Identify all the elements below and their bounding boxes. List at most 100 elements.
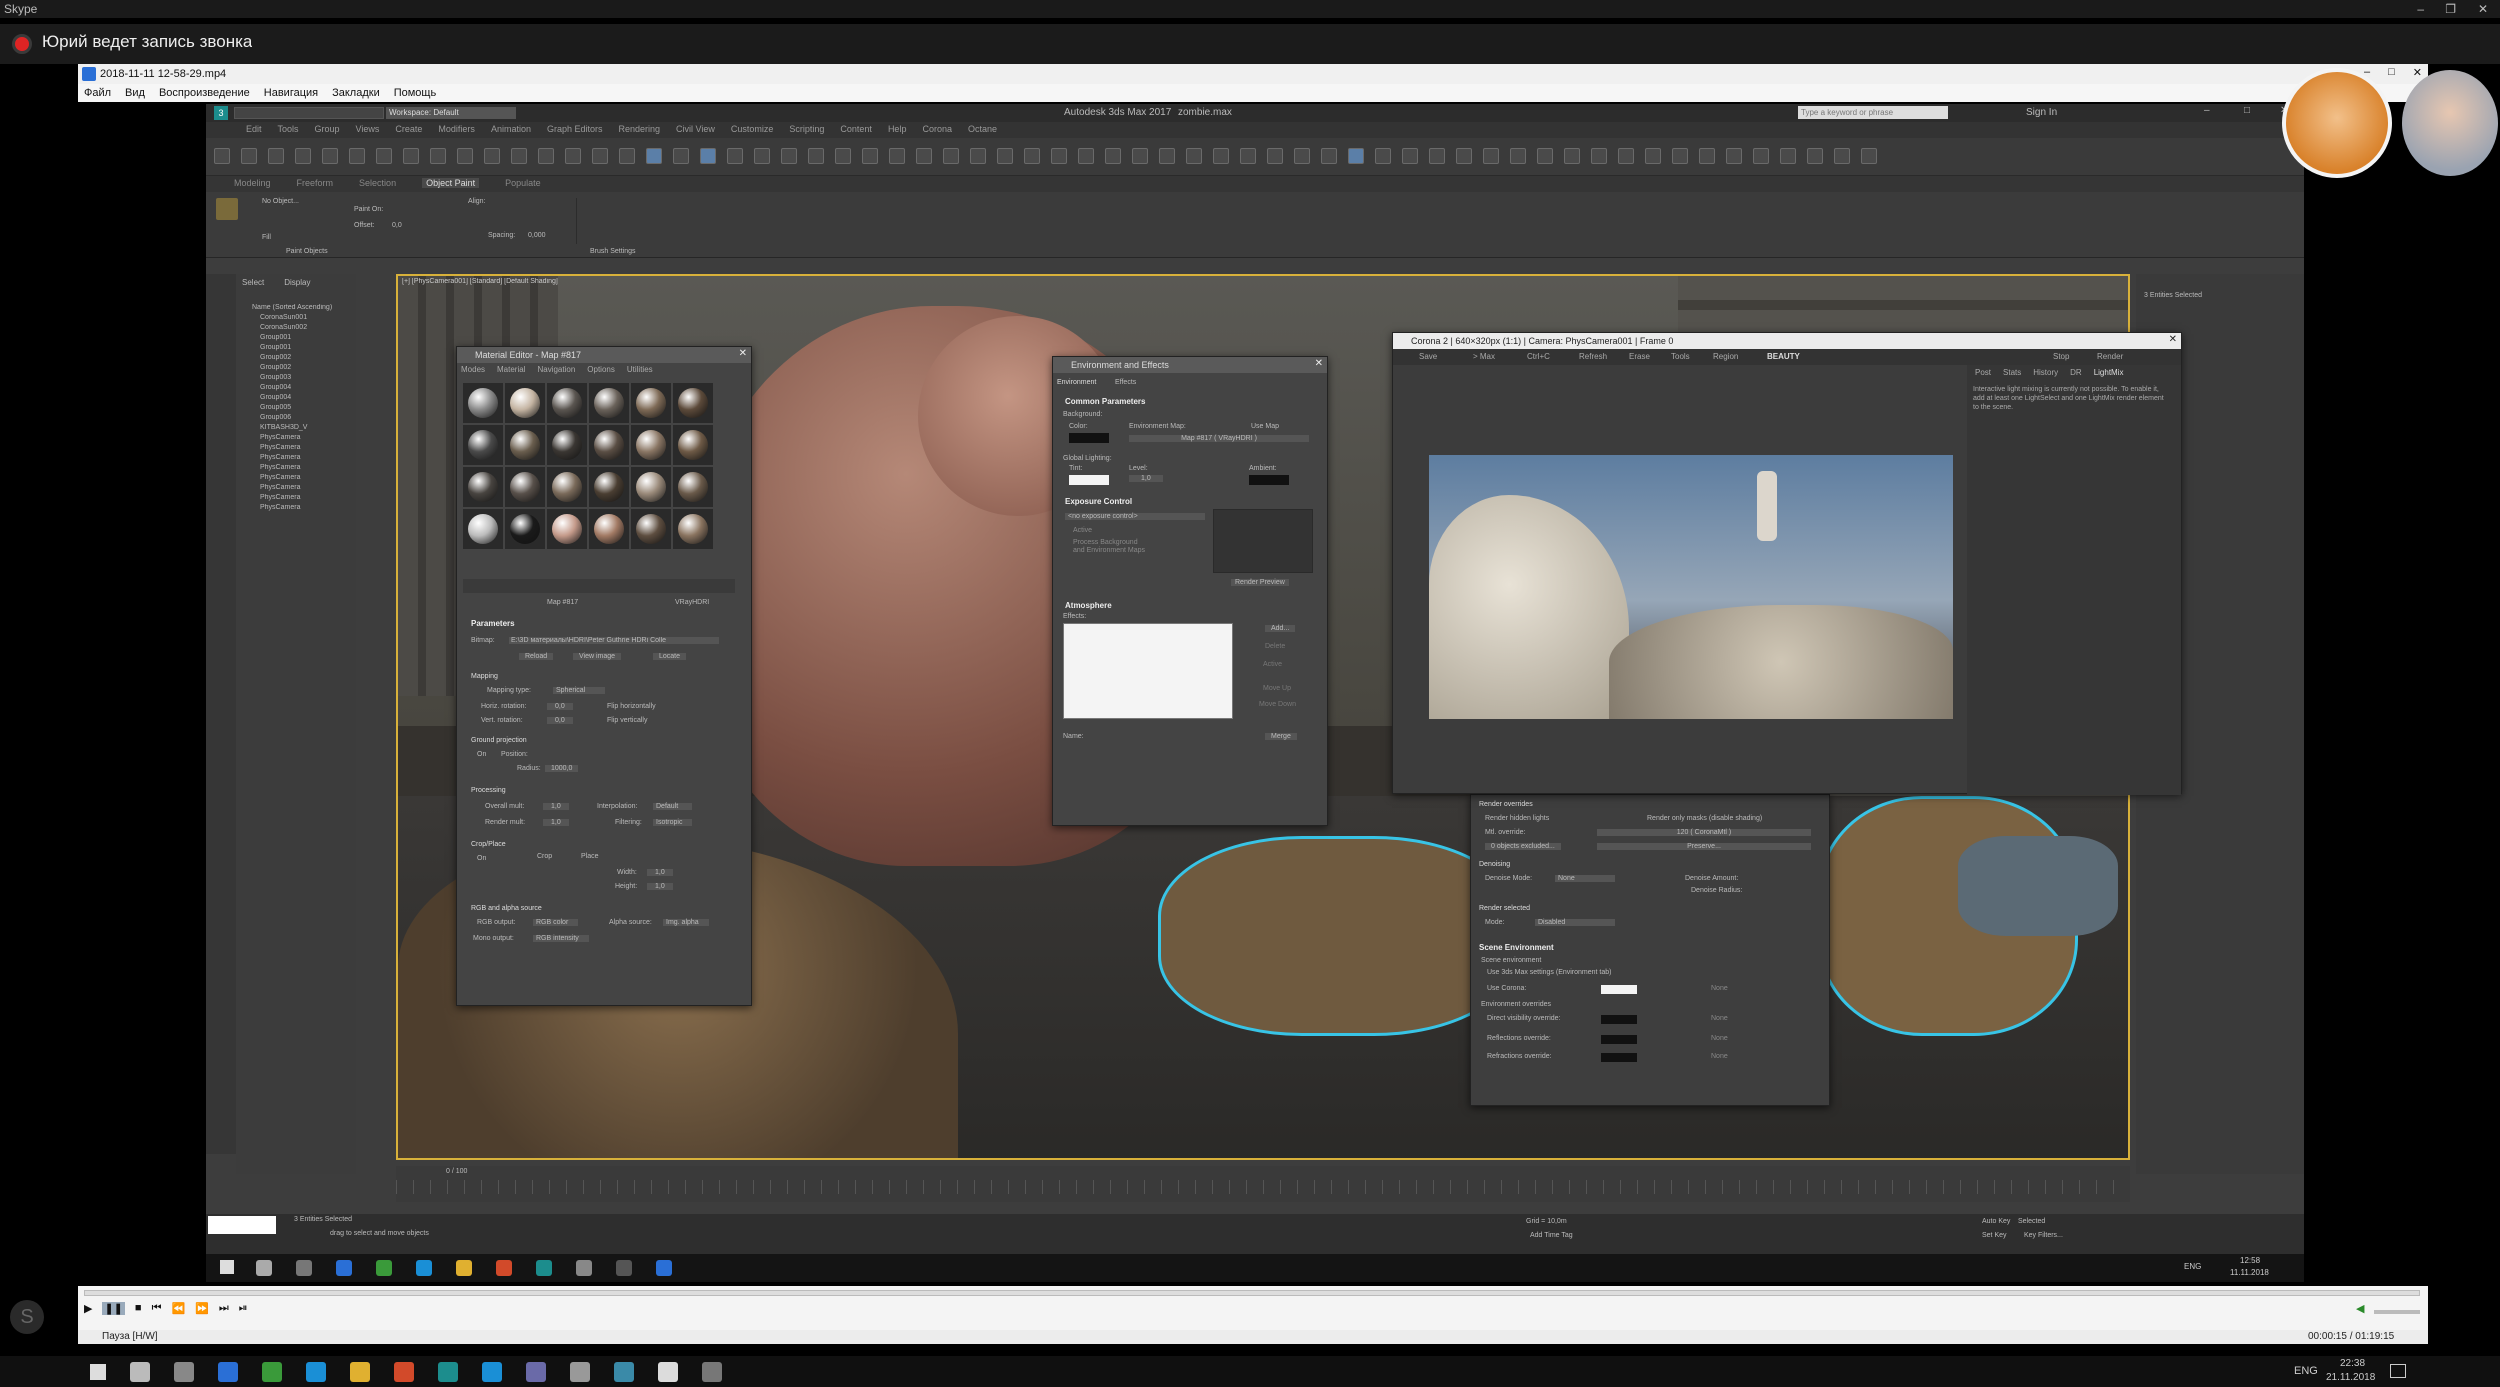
ribbon-tab-selection[interactable]: Selection [359,178,396,188]
explorer-item[interactable]: PhysCamera [242,504,352,513]
overall-mult-field[interactable]: 1,0 [543,803,569,810]
play-icon[interactable]: ▶ [84,1302,92,1315]
toolbar-tool-icon[interactable] [1618,148,1634,164]
taskbar-app-icon[interactable] [262,1362,282,1382]
vfb-tab-history[interactable]: History [2033,368,2058,377]
toolbar-tool-icon[interactable] [565,148,581,164]
move-up-button[interactable]: Move Up [1263,685,1291,692]
interpolation-dropdown[interactable]: Default [653,803,693,810]
tab-environment[interactable]: Environment [1057,379,1096,386]
vfb-render-button[interactable]: Render [2097,352,2123,361]
toolbar-tool-icon[interactable] [430,148,446,164]
use-3ds-max-radio[interactable]: Use 3ds Max settings (Environment tab) [1487,969,1612,976]
tab-effects[interactable]: Effects [1115,379,1136,386]
objects-excluded-button[interactable]: 0 objects excluded... [1485,843,1561,850]
explorer-header[interactable]: Name (Sorted Ascending) [252,304,332,311]
max-menu-item[interactable]: Rendering [619,124,661,134]
me-menu-utilities[interactable]: Utilities [627,365,653,374]
max-menu-item[interactable]: Edit [246,124,262,134]
seek-bar[interactable] [84,1290,2420,1296]
bitmap-path-field[interactable]: E:\3D материалы\HDRI\Peter Guthrie HDRi … [509,637,719,644]
toolbar-tool-icon[interactable] [1078,148,1094,164]
explorer-item[interactable]: PhysCamera [242,454,352,463]
toolbar-tool-icon[interactable] [295,148,311,164]
next-icon[interactable]: ⏭ [219,1302,229,1315]
toolbar-tool-icon[interactable] [484,148,500,164]
inner-language-indicator[interactable]: ENG [2184,1262,2201,1271]
taskbar-app-icon[interactable] [336,1260,352,1276]
set-key-button[interactable]: Set Key [1982,1232,2007,1239]
material-slot[interactable] [631,509,671,549]
participant-avatar-2[interactable] [2402,70,2498,176]
material-slot[interactable] [589,467,629,507]
toolbar-tool-icon[interactable] [646,148,662,164]
toolbar-tool-icon[interactable] [1429,148,1445,164]
material-slot[interactable] [547,425,587,465]
toolbar-tool-icon[interactable] [916,148,932,164]
refractions-map-button[interactable]: None [1711,1053,1728,1060]
render-mult-field[interactable]: 1,0 [543,819,569,826]
taskbar-app-icon[interactable] [702,1362,722,1382]
vfb-stop-button[interactable]: Stop [2053,352,2069,361]
explorer-item[interactable]: Group002 [242,354,352,363]
explorer-item[interactable]: PhysCamera [242,444,352,453]
volume-icon[interactable]: ◀ [2356,1302,2364,1315]
alpha-source-dropdown[interactable]: Img. alpha [663,919,709,926]
toolbar-tool-icon[interactable] [835,148,851,164]
ribbon-tab-object-paint[interactable]: Object Paint [422,178,480,188]
explorer-tab-select[interactable]: Select [242,278,264,287]
toolbar-tool-icon[interactable] [1240,148,1256,164]
explorer-item[interactable]: Group003 [242,374,352,383]
max-maximize-button[interactable]: □ [2244,105,2250,116]
material-slot[interactable] [673,467,713,507]
vfb-tab-post[interactable]: Post [1975,368,1991,377]
toolbar-tool-icon[interactable] [1834,148,1850,164]
max-menu-item[interactable]: Animation [491,124,531,134]
use-map-checkbox[interactable]: Use Map [1251,423,1279,430]
max-minimize-button[interactable]: – [2204,105,2210,116]
material-slot[interactable] [589,425,629,465]
toolbar-tool-icon[interactable] [1564,148,1580,164]
vfb-to-max-button[interactable]: > Max [1473,352,1495,361]
mtl-override-checkbox[interactable]: Mtl. override: [1485,829,1525,836]
toolbar-tool-icon[interactable] [1726,148,1742,164]
vfb-region-button[interactable]: Region [1713,352,1738,361]
paint-brush-icon[interactable] [216,198,238,220]
corona-env-map-button[interactable]: None [1711,985,1728,992]
atmosphere-effects-list[interactable] [1063,623,1233,719]
explorer-item[interactable]: PhysCamera [242,494,352,503]
mono-output-dropdown[interactable]: RGB intensity [533,935,589,942]
material-slot[interactable] [505,509,545,549]
start-icon[interactable] [90,1364,106,1380]
me-menu-modes[interactable]: Modes [461,365,485,374]
me-menu-options[interactable]: Options [587,365,615,374]
pause-icon[interactable]: ❚❚ [102,1302,125,1315]
direct-visibility-override-checkbox[interactable]: Direct visibility override: [1487,1015,1561,1022]
toolbar-tool-icon[interactable] [1537,148,1553,164]
vfb-tab-stats[interactable]: Stats [2003,368,2021,377]
toolbar-tool-icon[interactable] [970,148,986,164]
vfb-save-button[interactable]: Save [1419,352,1437,361]
workspace-dropdown[interactable]: Workspace: Default [386,107,516,119]
vfb-tab-lightmix[interactable]: LightMix [2094,368,2124,377]
stop-icon[interactable]: ■ [135,1302,142,1315]
toolbar-tool-icon[interactable] [268,148,284,164]
material-slot[interactable] [631,467,671,507]
taskbar-app-icon[interactable] [614,1362,634,1382]
add-effect-button[interactable]: Add... [1265,625,1296,632]
toolbar-tool-icon[interactable] [1456,148,1472,164]
exposure-control-rollout[interactable]: Exposure Control [1065,497,1132,506]
explorer-item[interactable]: Group002 [242,364,352,373]
toolbar-tool-icon[interactable] [1483,148,1499,164]
menu-help[interactable]: Помощь [394,84,437,102]
material-slot[interactable] [463,467,503,507]
toolbar-tool-icon[interactable] [1186,148,1202,164]
ribbon-tab-populate[interactable]: Populate [505,178,541,188]
windows-start-icon[interactable] [220,1260,234,1274]
material-slot[interactable] [589,509,629,549]
max-menu-item[interactable]: Modifiers [438,124,475,134]
toolbar-tool-icon[interactable] [1699,148,1715,164]
add-time-tag[interactable]: Add Time Tag [1530,1232,1573,1239]
offset-value[interactable]: 0,0 [392,222,402,229]
explorer-item[interactable]: Group004 [242,394,352,403]
